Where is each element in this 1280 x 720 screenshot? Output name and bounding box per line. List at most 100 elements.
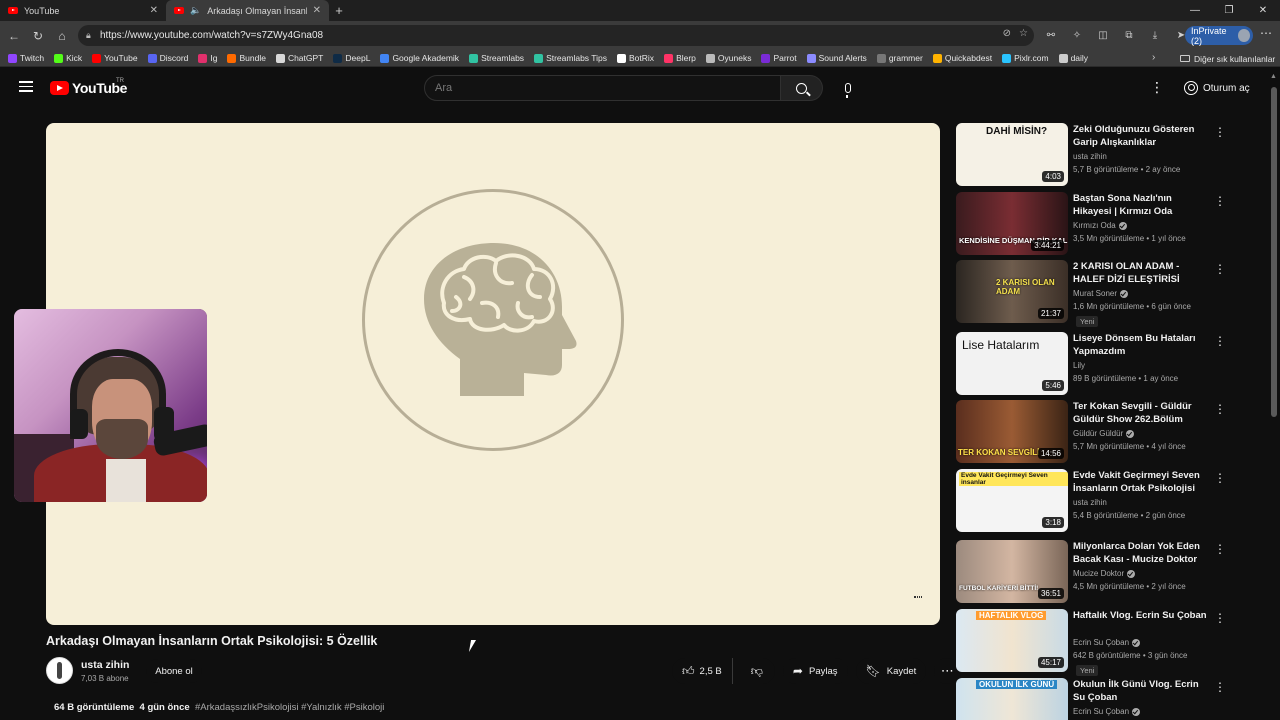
like-button[interactable]: 👍︎ 2,5 B — [672, 658, 733, 684]
browser-menu-icon[interactable]: ⋯ — [1260, 26, 1272, 40]
recommended-title[interactable]: Baştan Sona Nazlı'nın Hikayesi | Kırmızı… — [1073, 192, 1211, 218]
favorite-star-icon[interactable]: ☆ — [1019, 28, 1028, 39]
scrollbar-thumb[interactable] — [1271, 87, 1277, 417]
bookmark-item[interactable]: BotRix — [617, 53, 654, 63]
video-thumbnail[interactable]: TER KOKAN SEVGİLİ 14:56 — [956, 400, 1068, 463]
bookmark-item[interactable]: Kick — [54, 53, 82, 63]
more-options-icon[interactable]: ⋮ — [1214, 611, 1226, 625]
recommended-title[interactable]: Liseye Dönsem Bu Hataları Yapmazdım — [1073, 332, 1211, 358]
bookmark-item[interactable]: daily — [1058, 53, 1088, 63]
recommended-video[interactable]: KENDİSİNE DÜŞMAN BİR KAL 3:44:21 Baştan So… — [956, 192, 1228, 256]
more-options-icon[interactable]: ⋮ — [1214, 262, 1226, 276]
bookmark-item[interactable]: Twitch — [8, 53, 44, 63]
recommended-title[interactable]: 2 KARISI OLAN ADAM - HALEF DİZİ ELEŞTİRİ… — [1073, 260, 1211, 286]
channel-name[interactable]: usta zihin — [81, 659, 129, 671]
recommended-video[interactable]: OKULUN İLK GÜNÜ Okulun İlk Günü Vlog. Ecr… — [956, 678, 1228, 720]
inprivate-badge[interactable]: InPrivate (2) — [1185, 26, 1253, 46]
browser-tab-video[interactable]: 🔈 Arkadaşı Olmayan İnsanların ✕ — [166, 0, 329, 21]
dislike-button[interactable]: 👎︎ — [739, 658, 775, 684]
refresh-icon[interactable]: ↻ — [26, 24, 50, 48]
recommended-title[interactable]: Milyonlarca Doları Yok Eden Bacak Kası -… — [1073, 540, 1211, 566]
bookmark-item[interactable]: Sound Alerts — [806, 53, 867, 63]
address-bar[interactable]: 🔒︎ https://www.youtube.com/watch?v=s7ZWy… — [78, 25, 1034, 46]
player-control-hint[interactable] — [914, 596, 922, 598]
recommended-video[interactable]: HAFTALIK VLOG 45:17 Haftalık Vlog. Ecrin S… — [956, 609, 1228, 676]
bookmark-item[interactable]: Quickabdest — [932, 53, 992, 63]
bookmark-item[interactable]: YouTube — [92, 53, 138, 63]
video-thumbnail[interactable]: FUTBOL KARİYERİ BİTTİ! 36:51 — [956, 540, 1068, 603]
recommended-channel[interactable]: Kırmızı Oda — [1073, 221, 1127, 230]
recommended-title[interactable]: Evde Vakit Geçirmeyi Seven İnsanların Or… — [1073, 469, 1211, 495]
recommended-channel[interactable]: Ecrin Su Çoban — [1073, 638, 1141, 647]
maximize-icon[interactable]: ❐ — [1212, 0, 1246, 21]
extension-icon[interactable]: ⚯ — [1040, 25, 1062, 46]
scroll-up-icon[interactable]: ▲ — [1270, 73, 1277, 80]
recommended-channel[interactable]: Lily — [1073, 361, 1085, 370]
bookmark-item[interactable]: Discord — [147, 53, 188, 63]
tracking-prevention-icon[interactable]: ⊘ — [1003, 28, 1011, 39]
video-thumbnail[interactable]: KENDİSİNE DÜŞMAN BİR KAL 3:44:21 — [956, 192, 1068, 255]
recommended-channel[interactable]: Güldür Güldür — [1073, 429, 1135, 438]
video-thumbnail[interactable]: Evde Vakit Geçirmeyi Seven insanlar 3:18 — [956, 469, 1068, 532]
description-meta[interactable]: 64 B görüntüleme 4 gün önce #Arkadaşsızl… — [54, 702, 384, 713]
video-thumbnail[interactable]: Lise Hatalarım 5:46 — [956, 332, 1068, 395]
recommended-video[interactable]: FUTBOL KARİYERİ BİTTİ! 36:51 Milyonlarca D… — [956, 540, 1228, 604]
download-icon[interactable]: ⤓ — [1144, 25, 1166, 46]
share-button[interactable]: ➦ Paylaş — [782, 658, 848, 684]
bookmark-item[interactable]: Pixlr.com — [1002, 53, 1049, 63]
subscribe-button[interactable]: Abone ol — [146, 659, 202, 683]
close-tab-icon[interactable]: ✕ — [150, 5, 158, 16]
sign-in-button[interactable]: Oturum aç — [1176, 76, 1258, 100]
recommended-video[interactable]: Evde Vakit Geçirmeyi Seven insanlar 3:18 E… — [956, 469, 1228, 533]
recommended-channel[interactable]: usta zihin — [1073, 152, 1107, 161]
hamburger-menu-icon[interactable] — [19, 81, 33, 92]
home-icon[interactable]: ⌂ — [50, 24, 74, 48]
settings-menu-icon[interactable]: ⋮ — [1150, 79, 1164, 96]
recommended-title[interactable]: Zeki Olduğunuzu Gösteren Garip Alışkanlı… — [1073, 123, 1211, 149]
more-options-icon[interactable]: ⋮ — [1214, 471, 1226, 485]
bookmark-item[interactable]: Bundle — [227, 53, 266, 63]
other-favorites-folder[interactable]: Diğer sık kullanılanlar — [1180, 50, 1275, 67]
recommended-channel[interactable]: Ecrin Su Çoban — [1073, 707, 1141, 716]
video-thumbnail[interactable]: DAHİ MİSİN? 4:03 — [956, 123, 1068, 186]
channel-avatar[interactable] — [46, 657, 73, 684]
bookmark-item[interactable]: Oyuneks — [705, 53, 751, 63]
browser-tab-youtube[interactable]: YouTube ✕ — [0, 0, 166, 21]
split-screen-icon[interactable]: ◫ — [1092, 25, 1114, 46]
bookmark-item[interactable]: Streamlabs — [469, 53, 524, 63]
recommended-channel[interactable]: Murat Soner — [1073, 289, 1129, 298]
recommended-channel[interactable]: Mucize Doktor — [1073, 569, 1136, 578]
recommended-title[interactable]: Ter Kokan Sevgili - Güldür Güldür Show 2… — [1073, 400, 1211, 426]
video-thumbnail[interactable]: 2 KARISI OLAN ADAM 21:37 — [956, 260, 1068, 323]
recommended-video[interactable]: Lise Hatalarım 5:46 Liseye Dönsem Bu Hatal… — [956, 332, 1228, 396]
more-options-icon[interactable]: ⋮ — [1214, 542, 1226, 556]
recommended-video[interactable]: 2 KARISI OLAN ADAM 21:37 2 KARISI OLAN ADA… — [956, 260, 1228, 327]
video-thumbnail[interactable]: HAFTALIK VLOG 45:17 — [956, 609, 1068, 672]
page-scrollbar[interactable]: ▲ — [1268, 67, 1280, 720]
search-box[interactable] — [424, 75, 781, 101]
back-icon[interactable]: ← — [2, 24, 26, 48]
recommended-channel[interactable]: usta zihin — [1073, 498, 1107, 507]
puzzle-icon[interactable]: ✧ — [1066, 25, 1088, 46]
hashtags[interactable]: #ArkadaşsızlıkPsikolojisi #Yalnızlık #Ps… — [195, 702, 384, 713]
minimize-icon[interactable]: — — [1178, 0, 1212, 21]
more-options-icon[interactable]: ⋮ — [1214, 402, 1226, 416]
new-tab-button[interactable]: + — [329, 3, 349, 18]
collections-icon[interactable]: ⧉ — [1118, 25, 1140, 46]
bookmark-item[interactable]: ChatGPT — [275, 53, 323, 63]
bookmark-item[interactable]: Streamlabs Tips — [534, 53, 607, 63]
recommended-title[interactable]: Haftalık Vlog. Ecrin Su Çoban — [1073, 609, 1211, 622]
bookmark-item[interactable]: Parrot — [761, 53, 797, 63]
recommended-title[interactable]: Okulun İlk Günü Vlog. Ecrin Su Çoban — [1073, 678, 1211, 704]
window-close-icon[interactable]: ✕ — [1246, 0, 1280, 21]
close-tab-icon[interactable]: ✕ — [313, 5, 321, 16]
bookmark-item[interactable]: Blerp — [664, 53, 696, 63]
more-options-icon[interactable]: ⋮ — [1214, 334, 1226, 348]
recommended-video[interactable]: TER KOKAN SEVGİLİ 14:56 Ter Kokan Sevgili … — [956, 400, 1228, 464]
bookmark-item[interactable]: grammer — [876, 53, 923, 63]
more-options-icon[interactable]: ⋮ — [1214, 125, 1226, 139]
more-bookmarks-icon[interactable]: › — [1152, 52, 1155, 63]
recommended-video[interactable]: DAHİ MİSİN? 4:03 Zeki Olduğunuzu Gösteren … — [956, 123, 1228, 187]
video-thumbnail[interactable]: OKULUN İLK GÜNÜ — [956, 678, 1068, 720]
search-input[interactable] — [435, 82, 765, 94]
